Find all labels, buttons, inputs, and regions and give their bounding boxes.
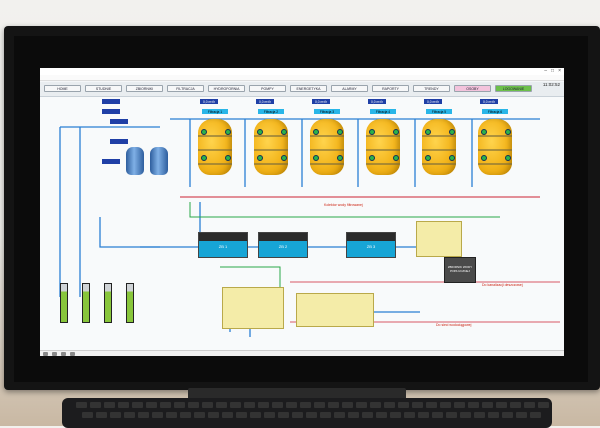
nav-hydrofornia[interactable]: HYDROFORNIA [208,85,245,92]
value-readout [102,159,120,164]
aeration-cylinder [150,147,168,175]
filter-column [104,283,112,323]
app-icon[interactable] [70,351,75,356]
valve-icon[interactable] [393,129,399,135]
filter-flow: 0,0 m³/h [480,99,498,104]
valve-icon[interactable] [281,129,287,135]
filter-label: Filtracja 4 [370,109,396,114]
minimize-icon[interactable]: – [544,68,547,75]
valve-icon[interactable] [225,155,231,161]
clock: 11:02:52 [542,82,560,87]
valve-icon[interactable] [201,155,207,161]
filter-flow: 0,0 m³/h [200,99,218,104]
keyboard [62,398,552,428]
valve-icon[interactable] [425,129,431,135]
nav-energetyka[interactable]: ENERGETYKA [290,85,327,92]
close-icon[interactable]: × [558,68,561,75]
aeration-cylinder [126,147,144,175]
pump-group [416,221,462,257]
valve-icon[interactable] [481,129,487,135]
process-diagram: Filtracja 1 0,0 m³/h Filtracja 2 0,0 m³/h Fi… [40,97,564,350]
valve-icon[interactable] [225,129,231,135]
window-titlebar: – □ × [40,68,564,75]
pump-group [296,293,374,327]
start-icon[interactable] [43,351,48,356]
valve-icon[interactable] [393,155,399,161]
nav-zbiorniki[interactable]: ZBIORNIKI [126,85,163,92]
filter-tank[interactable] [366,119,400,175]
maximize-icon[interactable]: □ [551,68,554,75]
filter-label: Filtracja 1 [202,109,228,114]
filter-flow: 0,0 m³/h [256,99,274,104]
nav-bar: HOME STUDNIE ZBIORNIKI FILTRACJA HYDROFO… [40,82,564,97]
reservoir-zb3: ZB 3 [346,232,396,258]
reservoir-zb1: ZB 1 [198,232,248,258]
filter-label: Filtracja 3 [314,109,340,114]
valve-icon[interactable] [481,155,487,161]
nav-osoby[interactable]: OSOBY [454,85,491,92]
filter-label: Filtracja 2 [258,109,284,114]
filter-flow: 0,0 m³/h [424,99,442,104]
washwater-tank: ZBIORNIK WODY POPŁUCZNEJ [444,257,476,283]
nav-home[interactable]: HOME [44,85,81,92]
app-icon[interactable] [61,351,66,356]
nav-raporty[interactable]: RAPORTY [372,85,409,92]
search-icon[interactable] [52,351,57,356]
filter-column [126,283,134,323]
collector-label: Kolektor wody filtrowanej [324,203,363,207]
network-label: Do sieci wodociągowej [436,323,472,327]
pump-group [222,287,284,329]
filter-column [82,283,90,323]
value-readout [102,109,120,114]
filter-column [60,283,68,323]
filter-label: Filtracja 5 [426,109,452,114]
valve-icon[interactable] [337,155,343,161]
nav-studnie[interactable]: STUDNIE [85,85,122,92]
scada-screen: – □ × HOME STUDNIE ZBIORNIKI FILTRACJA H… [40,68,564,356]
filter-tank[interactable] [254,119,288,175]
valve-icon[interactable] [201,129,207,135]
nav-alarmy[interactable]: ALARMY [331,85,368,92]
nav-trendy[interactable]: TRENDY [413,85,450,92]
valve-icon[interactable] [281,155,287,161]
filter-tank[interactable] [478,119,512,175]
taskbar [40,350,564,356]
valve-icon[interactable] [505,155,511,161]
sewage-label: Do kanalizacji deszczowej [482,283,523,287]
menu-bar [40,75,564,81]
value-readout [110,119,128,124]
valve-icon[interactable] [369,155,375,161]
nav-pompy[interactable]: POMPY [249,85,286,92]
filter-tank[interactable] [310,119,344,175]
valve-icon[interactable] [449,129,455,135]
valve-icon[interactable] [257,129,263,135]
valve-icon[interactable] [313,155,319,161]
valve-icon[interactable] [337,129,343,135]
reservoir-zb2: ZB 2 [258,232,308,258]
nav-logowanie[interactable]: LOGOWANIE [495,85,532,92]
filter-tank[interactable] [198,119,232,175]
value-readout [102,99,120,104]
filter-flow: 0,0 m³/h [368,99,386,104]
valve-icon[interactable] [257,155,263,161]
filter-label: Filtracja 6 [482,109,508,114]
value-readout [110,139,128,144]
valve-icon[interactable] [313,129,319,135]
valve-icon[interactable] [425,155,431,161]
nav-filtracja[interactable]: FILTRACJA [167,85,204,92]
filter-flow: 0,0 m³/h [312,99,330,104]
valve-icon[interactable] [369,129,375,135]
valve-icon[interactable] [505,129,511,135]
filter-tank[interactable] [422,119,456,175]
valve-icon[interactable] [449,155,455,161]
